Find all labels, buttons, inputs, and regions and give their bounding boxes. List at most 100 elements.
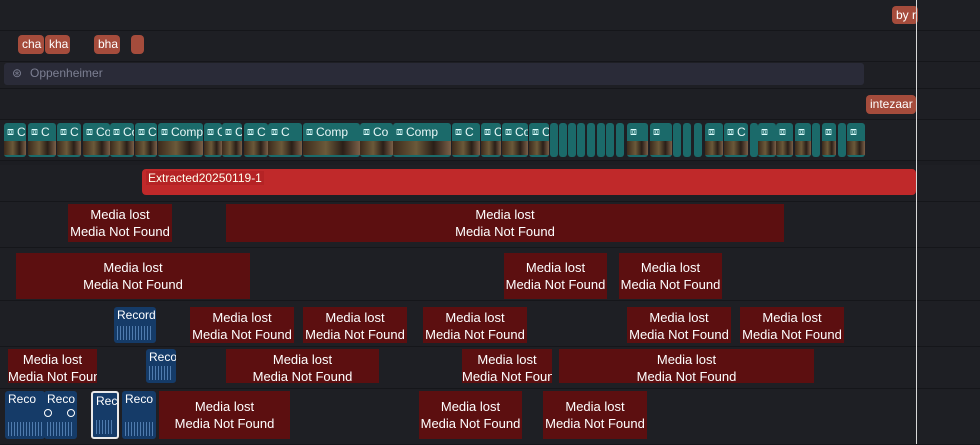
- compound-clip[interactable]: [683, 123, 691, 157]
- media-lost-clip[interactable]: Media lostMedia Not Found: [68, 204, 172, 242]
- media-lost-clip[interactable]: Media lostMedia Not Found: [16, 253, 250, 299]
- keyframe-handle[interactable]: [44, 409, 52, 417]
- compound-clip[interactable]: ⧈ C: [28, 123, 56, 157]
- extracted-clip-label: Extracted20250119-1: [146, 171, 264, 185]
- compound-clip[interactable]: [673, 123, 681, 157]
- compound-clip-icon: ⧈: [396, 126, 403, 138]
- audio-waveform: [47, 422, 74, 436]
- compound-clip[interactable]: ⧈ Comp: [158, 123, 203, 157]
- media-lost-clip[interactable]: Media lostMedia Not Found: [8, 349, 97, 383]
- compound-clip[interactable]: ⧈ C: [57, 123, 81, 157]
- compound-clip[interactable]: [750, 123, 758, 157]
- recording-clip[interactable]: Reco: [146, 349, 176, 383]
- recording-clip[interactable]: Reco: [122, 391, 156, 439]
- compound-clip[interactable]: ⧈Co: [83, 123, 110, 157]
- compound-clip-icon: ⧈: [60, 126, 67, 138]
- compound-clip[interactable]: ⧈Co: [360, 123, 393, 157]
- text-clip[interactable]: cha: [18, 35, 44, 54]
- compound-clip[interactable]: ⧈: [795, 123, 811, 157]
- text-clip[interactable]: by r: [892, 6, 918, 24]
- compound-clip[interactable]: ⧈ C: [481, 123, 501, 157]
- compound-clip[interactable]: ⧈ C: [452, 123, 480, 157]
- compound-clip-icon: ⧈: [306, 126, 313, 138]
- compound-clip[interactable]: ⧈: [627, 123, 648, 157]
- compound-clip-label: Co: [515, 125, 528, 139]
- media-lost-clip[interactable]: Media lostMedia Not Found: [559, 349, 814, 383]
- compound-clip[interactable]: [550, 123, 558, 157]
- media-lost-clip[interactable]: Media lostMedia Not Found: [419, 391, 522, 439]
- media-lost-clip[interactable]: Media lostMedia Not Found: [159, 391, 290, 439]
- compound-clip[interactable]: ⧈ C: [222, 123, 242, 157]
- compound-clip[interactable]: ⧈ C: [204, 123, 222, 157]
- media-lost-clip[interactable]: Media lostMedia Not Found: [226, 204, 784, 242]
- adjustment-clip[interactable]: ⊛ Oppenheimer: [4, 63, 864, 85]
- compound-clip[interactable]: ⧈Co: [502, 123, 528, 157]
- compound-clip-icon: ⧈: [363, 126, 370, 138]
- compound-clip[interactable]: ⧈ Comp: [393, 123, 451, 157]
- track-text-tags: [0, 31, 980, 62]
- media-lost-clip[interactable]: Media lostMedia Not Found: [462, 349, 552, 383]
- media-lost-clip[interactable]: Media lostMedia Not Found: [627, 307, 731, 343]
- text-clip[interactable]: kha: [45, 35, 70, 54]
- compound-clip[interactable]: [559, 123, 567, 157]
- recording-clip[interactable]: Record: [114, 307, 156, 343]
- compound-clip[interactable]: ⧈: [847, 123, 865, 157]
- compound-clip-icon: ⧈: [630, 126, 637, 138]
- compound-clip[interactable]: ⧈ C: [244, 123, 268, 157]
- media-lost-clip[interactable]: Media lostMedia Not Found: [303, 307, 407, 343]
- compound-clip-label: Comp: [406, 125, 439, 139]
- compound-clip[interactable]: [606, 123, 614, 157]
- compound-clip-label: Comp: [171, 125, 203, 139]
- media-lost-clip[interactable]: Media lostMedia Not Found: [190, 307, 294, 343]
- compound-clip[interactable]: ⧈ Comp: [303, 123, 360, 157]
- compound-clip[interactable]: ⧈ C: [529, 123, 549, 157]
- recording-clip-selected[interactable]: Reco: [91, 391, 119, 439]
- compound-clip[interactable]: ⧈: [650, 123, 672, 157]
- compound-clip[interactable]: [597, 123, 605, 157]
- compound-clip[interactable]: ⧈: [705, 123, 723, 157]
- media-lost-clip[interactable]: Media lostMedia Not Found: [423, 307, 527, 343]
- compound-clip[interactable]: ⧈Co: [135, 123, 157, 157]
- compound-clip-icon: ⧈: [653, 126, 660, 138]
- compound-clip-label: Comp: [316, 125, 349, 139]
- compound-clip-icon: ⧈: [271, 126, 278, 138]
- text-clip[interactable]: [131, 35, 144, 54]
- compound-clip[interactable]: ⧈Co: [110, 123, 134, 157]
- compound-clip[interactable]: [694, 123, 702, 157]
- compound-clip-icon: ⧈: [161, 126, 168, 138]
- compound-clip[interactable]: ⧈: [776, 123, 793, 157]
- recording-clip[interactable]: Reco: [44, 391, 77, 439]
- media-lost-clip[interactable]: Media lostMedia Not Found: [543, 391, 647, 439]
- clip-thumbnail: [28, 141, 56, 155]
- compound-clip[interactable]: [577, 123, 585, 157]
- compound-clip[interactable]: [616, 123, 624, 157]
- playhead[interactable]: [916, 0, 917, 444]
- compound-clip-icon: ⧈: [850, 126, 857, 138]
- compound-clip[interactable]: ⧈ C: [4, 123, 26, 157]
- audio-waveform: [8, 422, 42, 436]
- extracted-clip[interactable]: Extracted20250119-1: [142, 169, 916, 195]
- compound-clip-icon: ⧈: [247, 126, 254, 138]
- text-clip[interactable]: intezaar: [866, 95, 916, 114]
- recording-clip[interactable]: Reco: [5, 391, 45, 439]
- compound-clip-icon: ⧈: [484, 126, 491, 138]
- compound-clip[interactable]: [568, 123, 576, 157]
- compound-clip[interactable]: ⧈: [822, 123, 836, 157]
- clip-thumbnail: [135, 141, 157, 155]
- media-lost-clip[interactable]: Media lostMedia Not Found: [504, 253, 607, 299]
- compound-clip[interactable]: ⧈: [758, 123, 776, 157]
- compound-clip[interactable]: [812, 123, 820, 157]
- compound-clip-icon: ⧈: [505, 126, 512, 138]
- media-lost-clip[interactable]: Media lostMedia Not Found: [619, 253, 722, 299]
- media-lost-clip[interactable]: Media lostMedia Not Found: [226, 349, 379, 383]
- keyframe-handle[interactable]: [67, 409, 75, 417]
- compound-clip[interactable]: ⧈ C: [724, 123, 748, 157]
- compound-clip[interactable]: ⧈ C: [268, 123, 302, 157]
- compound-clip[interactable]: [587, 123, 595, 157]
- media-lost-clip[interactable]: Media lostMedia Not Found: [740, 307, 844, 343]
- text-clip[interactable]: bha: [94, 35, 120, 54]
- compound-clip[interactable]: [838, 123, 846, 157]
- compound-clip-icon: ⧈: [207, 126, 214, 138]
- clip-thumbnail: [158, 141, 203, 155]
- text-clip-label: bha: [98, 37, 119, 51]
